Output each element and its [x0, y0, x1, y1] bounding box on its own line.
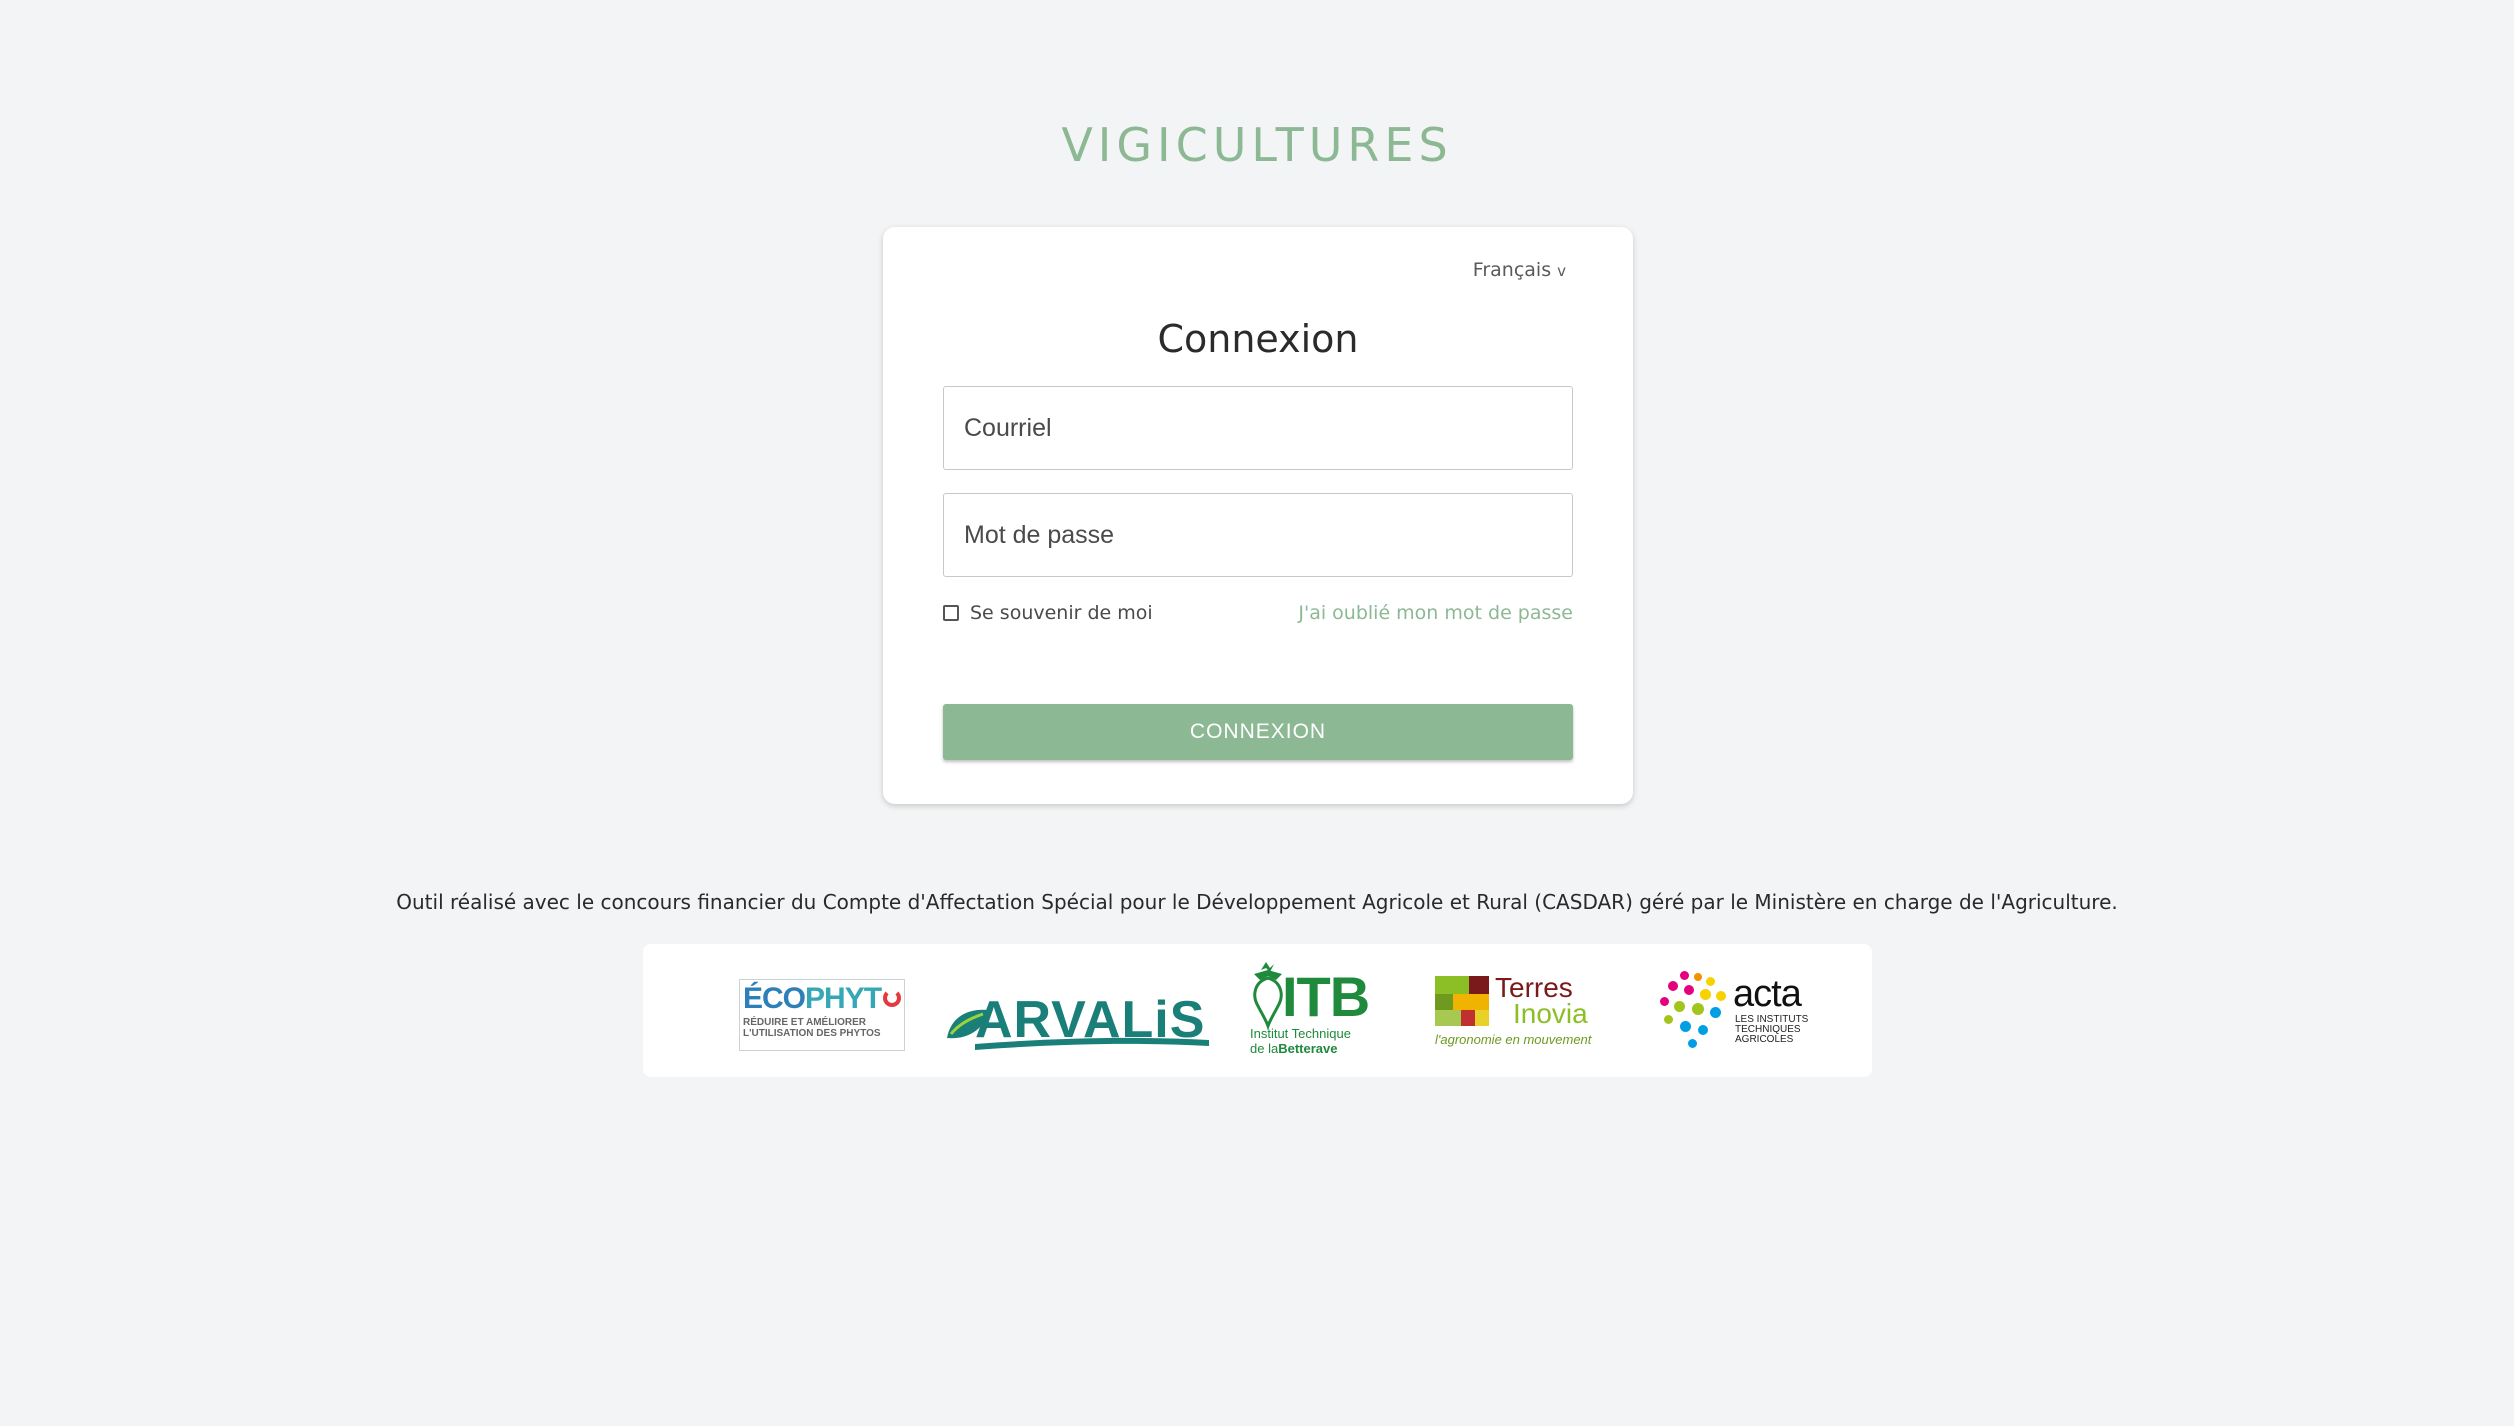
ecophyto-line-2: L'UTILISATION DES PHYTOS [743, 1028, 881, 1039]
acta-line-3: AGRICOLES [1735, 1034, 1794, 1045]
ecophyto-line-1: RÉDUIRE ET AMÉLIORER [743, 1017, 866, 1028]
itb-logo: ITB Institut Technique de laBetterave [1248, 960, 1373, 1060]
arvalis-logo: ARVALiS [945, 991, 1211, 1050]
app-title: VIGICULTURES [1061, 118, 1453, 172]
remember-me-label: Se souvenir de moi [970, 602, 1153, 624]
itb-line-1: Institut Technique [1250, 1026, 1351, 1041]
terres-inovia-grid-icon [1435, 976, 1489, 1028]
language-label: Français [1472, 259, 1552, 281]
funding-notice: Outil réalisé avec le concours financier… [396, 890, 2118, 914]
ecophyto-ring-icon [883, 989, 902, 1007]
partner-logos: ÉCOPHYT RÉDUIRE ET AMÉLIORER L'UTILISATI… [643, 944, 1872, 1077]
password-field[interactable] [943, 493, 1573, 577]
terres-inovia-word-2: Inovia [1513, 998, 1588, 1029]
ecophyto-logo: ÉCOPHYT RÉDUIRE ET AMÉLIORER L'UTILISATI… [739, 979, 905, 1051]
remember-me[interactable]: Se souvenir de moi [943, 602, 1153, 624]
email-field[interactable] [943, 386, 1573, 470]
login-card: Français v Connexion Se souvenir de moi J… [883, 227, 1633, 804]
acta-name: acta [1733, 973, 1802, 1015]
forgot-password-link[interactable]: J'ai oublié mon mot de passe [1298, 602, 1573, 624]
arvalis-name: ARVALiS [975, 991, 1206, 1049]
chevron-down-icon: v [1557, 262, 1566, 280]
login-page: VIGICULTURES Français v Connexion Se souv… [0, 0, 2514, 1426]
ecophyto-main-1: ÉCO [743, 982, 806, 1015]
itb-line-2b: Betterave [1278, 1041, 1338, 1056]
remember-me-checkbox[interactable] [943, 605, 959, 621]
itb-line-2a: de la [1250, 1041, 1279, 1056]
acta-logo: acta LES INSTITUTS TECHNIQUES AGRICOLES [1658, 971, 1818, 1053]
language-selector[interactable]: Français v [1473, 259, 1566, 281]
login-title: Connexion [1157, 317, 1359, 361]
login-button[interactable]: CONNEXION [943, 704, 1573, 760]
ecophyto-main-2: PHYT [805, 982, 882, 1015]
itb-name: ITB [1282, 965, 1370, 1028]
terres-inovia-logo: Terres Inovia l'agronomie en mouvement [1435, 972, 1605, 1051]
terres-inovia-tagline: l'agronomie en mouvement [1435, 1032, 1592, 1047]
